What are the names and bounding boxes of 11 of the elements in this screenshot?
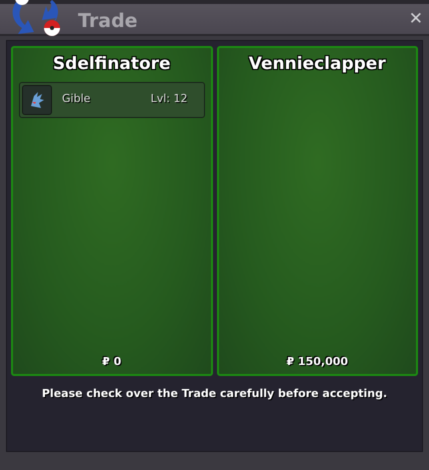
trainer-name: Vennieclapper — [248, 53, 387, 76]
trade-notice: Please check over the Trade carefully before accepting. — [40, 386, 388, 402]
money-amount: ₽ 150,000 — [285, 354, 350, 370]
window-title: Trade — [78, 9, 138, 34]
trainer-name: Sdelfinatore — [52, 53, 172, 76]
pokemon-icon — [22, 84, 52, 114]
pokemon-level: Lvl: 12 — [150, 91, 188, 108]
money-amount: ₽ 0 — [101, 354, 122, 370]
close-button[interactable]: ✕ — [406, 8, 425, 30]
pokemon-name: Gible — [62, 91, 90, 108]
pokemon-slot[interactable]: Gible Lvl: 12 — [19, 82, 204, 118]
